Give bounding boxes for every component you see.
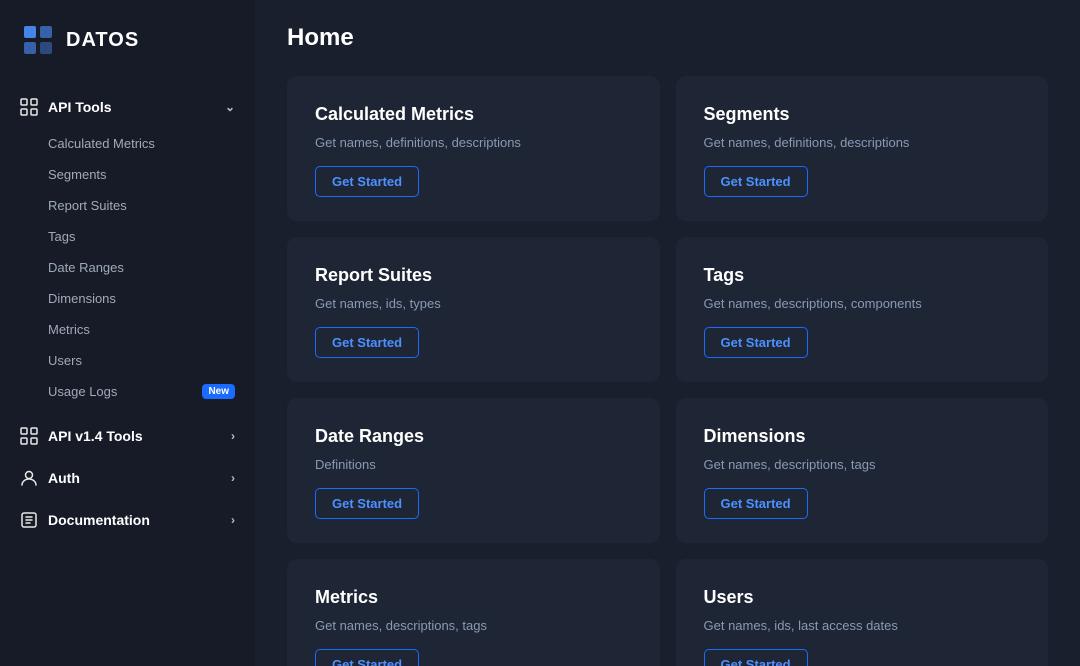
card-desc-calculated-metrics: Get names, definitions, descriptions bbox=[315, 135, 632, 150]
chevron-right-icon-docs: › bbox=[231, 513, 235, 527]
card-users: Users Get names, ids, last access dates … bbox=[676, 559, 1049, 666]
card-desc-tags: Get names, descriptions, components bbox=[704, 296, 1021, 311]
card-desc-dimensions: Get names, descriptions, tags bbox=[704, 457, 1021, 472]
nav-group-documentation: Documentation › bbox=[0, 501, 255, 539]
nav-group-header-api-tools[interactable]: API Tools ⌄ bbox=[0, 88, 255, 126]
chevron-right-icon: › bbox=[231, 429, 235, 443]
usage-logs-badge: New bbox=[202, 384, 235, 399]
nav-group-label-api-v14: API v1.4 Tools bbox=[48, 428, 221, 444]
card-segments: Segments Get names, definitions, descrip… bbox=[676, 76, 1049, 221]
logo: DATOS bbox=[0, 0, 255, 80]
nav-group-label-documentation: Documentation bbox=[48, 512, 221, 528]
get-started-button-metrics[interactable]: Get Started bbox=[315, 649, 419, 666]
nav-group-label-auth: Auth bbox=[48, 470, 221, 486]
card-title-metrics: Metrics bbox=[315, 587, 632, 608]
sidebar-item-dimensions[interactable]: Dimensions bbox=[0, 283, 255, 314]
chevron-right-icon-auth: › bbox=[231, 471, 235, 485]
card-title-date-ranges: Date Ranges bbox=[315, 426, 632, 447]
card-report-suites: Report Suites Get names, ids, types Get … bbox=[287, 237, 660, 382]
cards-grid: Calculated Metrics Get names, definition… bbox=[287, 76, 1048, 666]
sidebar-item-calculated-metrics[interactable]: Calculated Metrics bbox=[0, 128, 255, 159]
card-desc-segments: Get names, definitions, descriptions bbox=[704, 135, 1021, 150]
get-started-button-report-suites[interactable]: Get Started bbox=[315, 327, 419, 358]
nav-sub-items-api-tools: Calculated Metrics Segments Report Suite… bbox=[0, 126, 255, 413]
logo-icon bbox=[20, 22, 56, 58]
get-started-button-date-ranges[interactable]: Get Started bbox=[315, 488, 419, 519]
main-content: Home Calculated Metrics Get names, defin… bbox=[255, 0, 1080, 666]
card-calculated-metrics: Calculated Metrics Get names, definition… bbox=[287, 76, 660, 221]
get-started-button-segments[interactable]: Get Started bbox=[704, 166, 808, 197]
page-title: Home bbox=[287, 24, 1048, 52]
nav-group-api-v14-tools: API v1.4 Tools › bbox=[0, 417, 255, 455]
sidebar-item-segments[interactable]: Segments bbox=[0, 159, 255, 190]
nav-group-header-auth[interactable]: Auth › bbox=[0, 459, 255, 497]
card-dimensions: Dimensions Get names, descriptions, tags… bbox=[676, 398, 1049, 543]
sidebar: DATOS API Tools ⌄ Calculated Metrics bbox=[0, 0, 255, 666]
sidebar-item-metrics[interactable]: Metrics bbox=[0, 314, 255, 345]
grid-icon bbox=[20, 98, 38, 116]
card-title-dimensions: Dimensions bbox=[704, 426, 1021, 447]
sidebar-nav: API Tools ⌄ Calculated Metrics Segments … bbox=[0, 80, 255, 666]
card-title-tags: Tags bbox=[704, 265, 1021, 286]
book-icon bbox=[20, 511, 38, 529]
card-desc-report-suites: Get names, ids, types bbox=[315, 296, 632, 311]
sidebar-item-users[interactable]: Users bbox=[0, 345, 255, 376]
card-metrics: Metrics Get names, descriptions, tags Ge… bbox=[287, 559, 660, 666]
get-started-button-users[interactable]: Get Started bbox=[704, 649, 808, 666]
sidebar-item-date-ranges[interactable]: Date Ranges bbox=[0, 252, 255, 283]
card-title-segments: Segments bbox=[704, 104, 1021, 125]
logo-text: DATOS bbox=[66, 29, 139, 52]
user-icon bbox=[20, 469, 38, 487]
card-date-ranges: Date Ranges Definitions Get Started bbox=[287, 398, 660, 543]
get-started-button-dimensions[interactable]: Get Started bbox=[704, 488, 808, 519]
card-desc-metrics: Get names, descriptions, tags bbox=[315, 618, 632, 633]
card-title-report-suites: Report Suites bbox=[315, 265, 632, 286]
card-title-users: Users bbox=[704, 587, 1021, 608]
nav-group-header-documentation[interactable]: Documentation › bbox=[0, 501, 255, 539]
sidebar-item-report-suites[interactable]: Report Suites bbox=[0, 190, 255, 221]
nav-group-api-tools: API Tools ⌄ Calculated Metrics Segments … bbox=[0, 88, 255, 413]
card-tags: Tags Get names, descriptions, components… bbox=[676, 237, 1049, 382]
get-started-button-tags[interactable]: Get Started bbox=[704, 327, 808, 358]
sidebar-item-tags[interactable]: Tags bbox=[0, 221, 255, 252]
get-started-button-calculated-metrics[interactable]: Get Started bbox=[315, 166, 419, 197]
chevron-down-icon: ⌄ bbox=[225, 100, 235, 114]
grid-icon-v14 bbox=[20, 427, 38, 445]
sidebar-item-usage-logs[interactable]: Usage Logs New bbox=[0, 376, 255, 407]
nav-group-header-api-v14-tools[interactable]: API v1.4 Tools › bbox=[0, 417, 255, 455]
card-title-calculated-metrics: Calculated Metrics bbox=[315, 104, 632, 125]
nav-group-auth: Auth › bbox=[0, 459, 255, 497]
card-desc-users: Get names, ids, last access dates bbox=[704, 618, 1021, 633]
card-desc-date-ranges: Definitions bbox=[315, 457, 632, 472]
nav-group-label-api-tools: API Tools bbox=[48, 99, 215, 115]
